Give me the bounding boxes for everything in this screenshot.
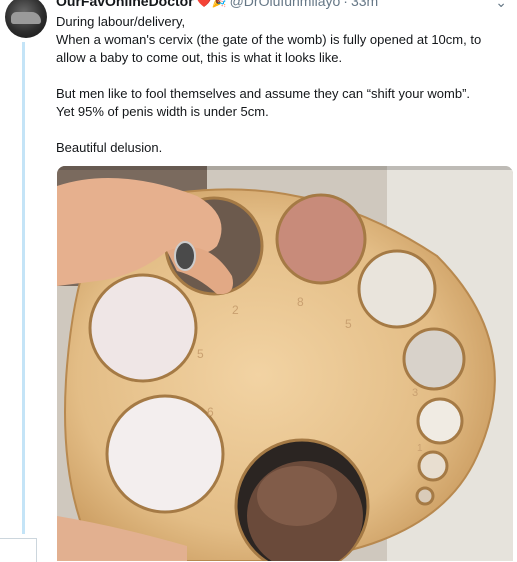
tweet-line: Yet 95% of penis width is under 5cm. — [56, 104, 269, 119]
hole-5cm — [357, 249, 437, 329]
tweet-header: OurFavOnlineDoctor ❤️🎉 @DrOlufunmilayo ·… — [56, 0, 378, 9]
board-number: 5 — [345, 317, 352, 331]
avatar-image-car — [11, 12, 41, 24]
avatar[interactable] — [5, 0, 47, 38]
hole-4cm — [402, 327, 466, 391]
board-number: 5 — [197, 347, 204, 361]
thread-connector-line — [22, 42, 25, 534]
board-number: 3 — [412, 387, 418, 399]
separator-dot: · — [343, 0, 348, 9]
hole-9cm — [105, 394, 225, 514]
tweet-line: Beautiful delusion. — [56, 140, 163, 155]
tweet-text: During labour/delivery, When a woman's c… — [56, 13, 511, 157]
hole-1cm — [415, 486, 435, 506]
board-number: 6 — [207, 405, 214, 419]
name-emoji-icons: ❤️🎉 — [196, 0, 227, 8]
display-name[interactable]: OurFavOnlineDoctor — [56, 0, 194, 9]
tweet-timestamp[interactable]: 33m — [351, 0, 378, 9]
photo-dilation-board: 2 8 5 5 6 3 1 — [57, 166, 513, 561]
tweet-line: But men like to fool themselves and assu… — [56, 86, 471, 101]
hole-3cm — [416, 397, 464, 445]
user-handle[interactable]: @DrOlufunmilayo — [230, 0, 341, 9]
board-number: 1 — [417, 443, 423, 454]
tweet-line: When a woman's cervix (the gate of the w… — [56, 32, 482, 65]
tweet-media-photo[interactable]: 2 8 5 5 6 3 1 — [57, 166, 513, 561]
hole-6cm — [275, 193, 367, 285]
chevron-down-icon[interactable]: ⌄ — [495, 0, 507, 11]
hole-2cm — [417, 450, 449, 482]
board-number: 2 — [232, 303, 239, 317]
tweet-line: During labour/delivery, — [56, 14, 186, 29]
hole-8cm — [88, 273, 198, 383]
board-number: 8 — [297, 295, 304, 309]
reply-input-corner[interactable] — [0, 538, 37, 562]
